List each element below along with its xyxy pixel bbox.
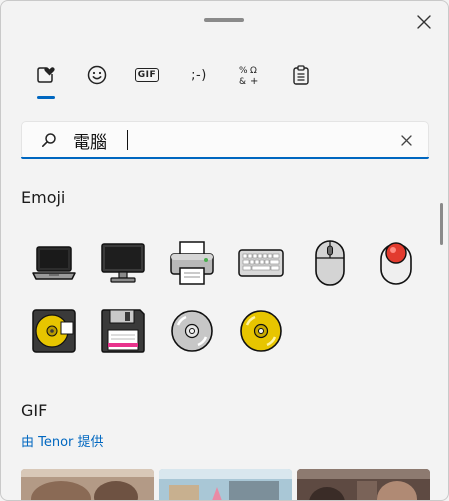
trackball-emoji[interactable] (364, 231, 428, 295)
printer-emoji[interactable] (160, 231, 224, 295)
optical-disc-emoji[interactable] (160, 299, 224, 363)
gif-section-title: GIF (21, 401, 48, 420)
desktop-computer-emoji[interactable] (91, 231, 155, 295)
clipboard-icon (293, 65, 309, 85)
dvd-emoji[interactable] (229, 299, 293, 363)
svg-text:%: % (239, 66, 248, 76)
keyboard-emoji[interactable] (229, 231, 293, 295)
tab-emoji[interactable] (27, 59, 63, 91)
tab-gif[interactable]: GIF (129, 59, 165, 91)
emoji-section-title: Emoji (21, 188, 66, 207)
close-icon (400, 134, 412, 146)
tab-clipboard[interactable] (283, 59, 319, 91)
svg-text:&: & (239, 77, 246, 86)
search-box[interactable] (21, 121, 429, 159)
floppy-disk-emoji[interactable] (91, 299, 155, 363)
active-tab-indicator (37, 96, 55, 99)
computer-mouse-emoji[interactable] (298, 231, 362, 295)
close-button[interactable] (411, 9, 437, 35)
tab-kaomoji[interactable]: ;-) (181, 59, 217, 91)
gif-thumbnail[interactable] (21, 469, 154, 500)
search-icon (42, 133, 56, 147)
emoji-panel: GIF ;-) % Ω & + 電腦 Emoji GIF 由 Tenor 提供 (0, 0, 449, 501)
svg-text:Ω: Ω (250, 66, 257, 76)
kaomoji-tab-label: ;-) (191, 67, 207, 83)
gif-thumbnail[interactable] (297, 469, 430, 500)
gif-tab-label: GIF (134, 68, 160, 82)
heart-sticker-icon (37, 67, 55, 83)
clear-search-button[interactable] (397, 131, 415, 149)
svg-text:+: + (250, 76, 258, 86)
tab-smileys[interactable] (79, 59, 115, 91)
close-icon (417, 15, 431, 29)
smiley-icon (87, 65, 107, 85)
tenor-provider-link[interactable]: 由 Tenor 提供 (21, 431, 104, 450)
search-input[interactable] (73, 127, 393, 153)
tab-symbols[interactable]: % Ω & + (231, 59, 267, 91)
drag-handle[interactable] (204, 18, 244, 22)
text-caret (127, 130, 128, 150)
scrollbar-thumb[interactable] (440, 203, 443, 245)
minidisc-emoji[interactable] (22, 299, 86, 363)
symbols-icon: % Ω & + (239, 66, 258, 86)
gif-thumbnail[interactable] (159, 469, 292, 500)
laptop-emoji[interactable] (22, 231, 86, 295)
